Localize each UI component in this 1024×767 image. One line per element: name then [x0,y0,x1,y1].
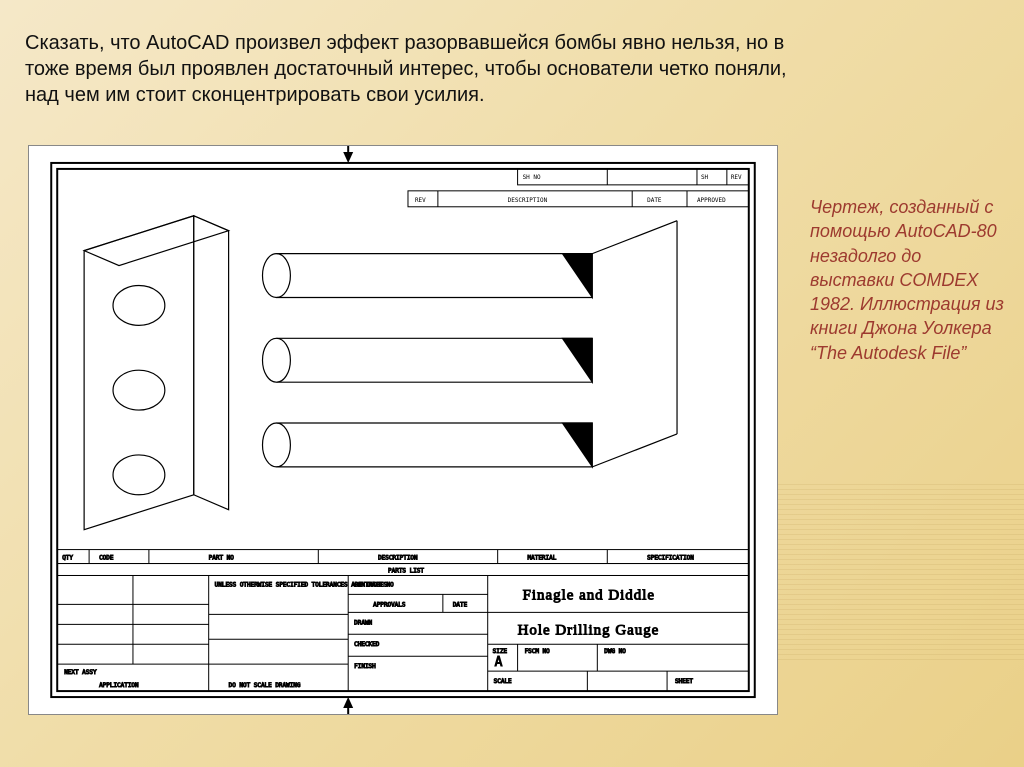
svg-text:APPLICATION: APPLICATION [99,682,139,689]
svg-text:SHEET: SHEET [675,678,693,685]
bottom-titleblock: QTY CODE PART NO DESCRIPTION MATERIAL SP… [57,550,749,692]
drilled-plate [84,216,228,530]
svg-text:SPECIFICATION: SPECIFICATION [647,555,694,562]
svg-text:DO NOT SCALE DRAWING: DO NOT SCALE DRAWING [229,682,301,689]
svg-text:CODE: CODE [99,555,114,562]
background-hatch [744,480,1024,660]
svg-text:CONTRACT NO: CONTRACT NO [354,581,394,588]
center-mark-bottom-icon [343,697,353,708]
svg-text:QTY: QTY [62,555,73,562]
svg-text:FINISH: FINISH [354,663,376,670]
svg-text:FSCM NO: FSCM NO [525,648,551,655]
svg-text:DATE: DATE [453,601,468,608]
svg-text:PARTS LIST: PARTS LIST [388,567,424,574]
revision-header: REV DESCRIPTION DATE APPROVED [408,191,749,207]
svg-text:MATERIAL: MATERIAL [528,555,557,562]
svg-text:DRAWN: DRAWN [354,619,372,626]
svg-text:APPROVED: APPROVED [697,197,726,204]
svg-text:Hole Drilling Gauge: Hole Drilling Gauge [518,622,660,638]
svg-text:DATE: DATE [647,197,662,204]
svg-text:SH NO: SH NO [523,174,541,181]
svg-text:SCALE: SCALE [494,678,512,685]
svg-text:CHECKED: CHECKED [354,641,380,648]
main-paragraph: Сказать, что AutoCAD произвел эффект раз… [25,30,805,108]
svg-text:SH: SH [701,174,709,181]
image-caption: Чертеж, созданный с помощью AutoCAD-80 н… [810,195,1010,365]
svg-text:REV: REV [415,197,426,204]
svg-text:DWG NO: DWG NO [604,648,626,655]
svg-text:DESCRIPTION: DESCRIPTION [508,197,548,204]
svg-text:Finagle and Diddle: Finagle and Diddle [523,587,655,603]
autocad-drawing: SH NO SH REV REV DESCRIPTION DATE APPROV… [28,145,778,715]
svg-text:DESCRIPTION: DESCRIPTION [378,555,418,562]
svg-text:REV: REV [731,174,742,181]
center-mark-top-icon [343,152,353,163]
svg-text:NEXT ASSY: NEXT ASSY [64,669,97,676]
top-right-titleblock: SH NO SH REV [518,169,749,185]
svg-text:A: A [495,655,503,670]
svg-text:SIZE: SIZE [493,648,508,655]
svg-text:PART NO: PART NO [209,555,235,562]
drawing-svg: SH NO SH REV REV DESCRIPTION DATE APPROV… [29,146,777,714]
svg-text:APPROVALS: APPROVALS [373,601,406,608]
cylinders [262,221,677,467]
